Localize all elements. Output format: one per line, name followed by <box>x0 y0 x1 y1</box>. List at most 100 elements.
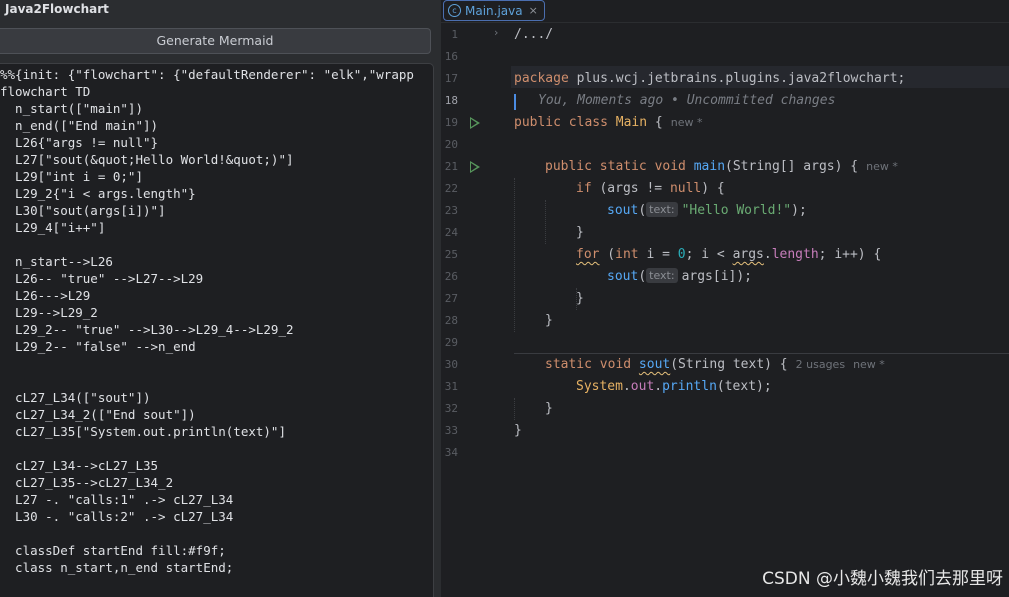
keyword: public static void <box>545 159 694 174</box>
mermaid-output-area[interactable]: %%{init: {"flowchart": {"defaultRenderer… <box>0 63 434 597</box>
code-text: ; i++) { <box>818 247 882 262</box>
code-editor[interactable]: c Main.java × › 1 16 17 18 19 20 21 22 23 24 25 26 2… <box>441 0 1009 597</box>
keyword: package <box>514 71 569 86</box>
keyword: static void <box>545 357 639 372</box>
code-text: ( <box>638 203 647 218</box>
tab-main-java[interactable]: c Main.java × <box>443 0 545 21</box>
params: (String text) { <box>670 357 788 372</box>
code-line-21: public static void main(String[] args) {… <box>545 156 898 178</box>
line-number: 23 <box>444 204 458 217</box>
keyword: null <box>669 181 702 196</box>
author-inlay[interactable]: new * <box>853 358 885 371</box>
code-line-24: } <box>576 222 584 244</box>
parameter-hint: text: <box>646 202 678 217</box>
code-text: ; i < <box>685 247 733 262</box>
brace: } <box>545 401 553 416</box>
keyword: int <box>615 247 639 262</box>
code-line-31: System.out.println(text); <box>576 376 772 398</box>
code-line-33: } <box>514 420 522 442</box>
line-number: 26 <box>444 270 458 283</box>
usages-inlay[interactable]: 2 usages <box>796 358 845 371</box>
indent-guide <box>545 200 546 244</box>
class-name: Main <box>615 115 648 130</box>
brace: } <box>545 313 553 328</box>
mermaid-code: %%{init: {"flowchart": {"defaultRenderer… <box>0 67 414 575</box>
author-inlay[interactable]: new * <box>671 116 703 129</box>
line-number: 25 <box>444 248 458 261</box>
indent-guide <box>514 398 515 420</box>
line-number: 22 <box>444 182 458 195</box>
keyword: class <box>560 115 616 130</box>
field: out <box>630 379 655 394</box>
method-name: main <box>693 159 726 174</box>
line-number: 33 <box>444 424 458 437</box>
line-number: 30 <box>444 358 458 371</box>
generate-mermaid-button[interactable]: Generate Mermaid <box>0 28 431 54</box>
brace: } <box>576 291 584 306</box>
line-number: 18 <box>444 94 458 107</box>
code-line-32: } <box>545 398 553 420</box>
line-number: 31 <box>444 380 458 393</box>
params: (String[] args) { <box>725 159 859 174</box>
editor-gutter: › 1 16 17 18 19 20 21 22 23 24 25 26 27 28 29 30 31 32 33 3… <box>441 24 511 597</box>
keyword: if <box>576 181 592 196</box>
brace: { <box>647 115 663 130</box>
line-number: 19 <box>444 116 458 129</box>
code-text: ); <box>791 203 807 218</box>
editor-tab-bar: c Main.java × <box>441 0 1009 23</box>
method-call: sout <box>607 269 639 284</box>
code-text: . <box>763 247 772 262</box>
code-line-17: package plus.wcj.jetbrains.plugins.java2… <box>514 68 905 90</box>
collapsed-imports[interactable]: /.../ <box>514 27 553 42</box>
tab-label: Main.java <box>465 3 523 18</box>
brace: } <box>576 225 584 240</box>
string-literal: "Hello World!" <box>681 203 792 218</box>
code-line-27: } <box>576 288 584 310</box>
code-area[interactable]: /.../ package plus.wcj.jetbrains.plugins… <box>514 24 1009 597</box>
field: length <box>771 247 819 262</box>
code-line-30: static void sout(String text) { 2 usages n… <box>545 354 885 376</box>
line-number: 16 <box>444 50 458 63</box>
parameter-hint: text: <box>646 268 678 283</box>
code-text: args[i]); <box>681 269 753 284</box>
change-marker <box>514 94 516 110</box>
author-inlay[interactable]: new * <box>866 160 898 173</box>
line-number: 32 <box>444 402 458 415</box>
code-line-1: /.../ <box>514 24 553 46</box>
code-text: ) { <box>701 181 725 196</box>
indent-guide <box>514 178 515 332</box>
line-number: 34 <box>444 446 458 459</box>
code-text: ( <box>599 247 616 262</box>
number-literal: 0 <box>677 247 686 262</box>
keyword: public <box>514 115 561 130</box>
code-text: (text); <box>716 379 772 394</box>
line-number: 17 <box>444 72 458 85</box>
code-text: i = <box>638 247 678 262</box>
code-line-23: sout(text: "Hello World!"); <box>607 200 807 222</box>
close-icon[interactable]: × <box>529 4 538 17</box>
code-line-25: for (int i = 0; i < args.length; i++) { <box>576 244 881 266</box>
line-number: 21 <box>444 160 458 173</box>
java-class-icon: c <box>448 4 461 17</box>
class-name: System <box>576 379 623 394</box>
watermark: CSDN @小魏小魏我们去那里呀 <box>762 569 1003 589</box>
method-call: sout <box>607 203 639 218</box>
run-gutter-icon[interactable] <box>470 161 480 173</box>
keyword: for <box>576 247 600 262</box>
line-number: 29 <box>444 336 458 349</box>
line-number: 20 <box>444 138 458 151</box>
method-call: println <box>662 379 717 394</box>
java2flowchart-tool-window: Java2Flowchart Generate Mermaid %%{init:… <box>0 0 437 597</box>
line-number: 27 <box>444 292 458 305</box>
package-name: plus.wcj.jetbrains.plugins.java2flowchar… <box>568 71 906 86</box>
line-number: 1 <box>451 28 458 41</box>
expand-chevron-icon[interactable]: › <box>494 26 498 39</box>
brace: } <box>514 423 522 438</box>
run-gutter-icon[interactable] <box>470 117 480 129</box>
git-blame-annotation: You, Moments ago • Uncommitted changes <box>538 93 836 108</box>
line-number: 28 <box>444 314 458 327</box>
method-name: sout <box>638 357 671 372</box>
code-text: ( <box>638 269 647 284</box>
tool-window-title: Java2Flowchart <box>5 2 109 16</box>
code-text: . <box>654 379 663 394</box>
